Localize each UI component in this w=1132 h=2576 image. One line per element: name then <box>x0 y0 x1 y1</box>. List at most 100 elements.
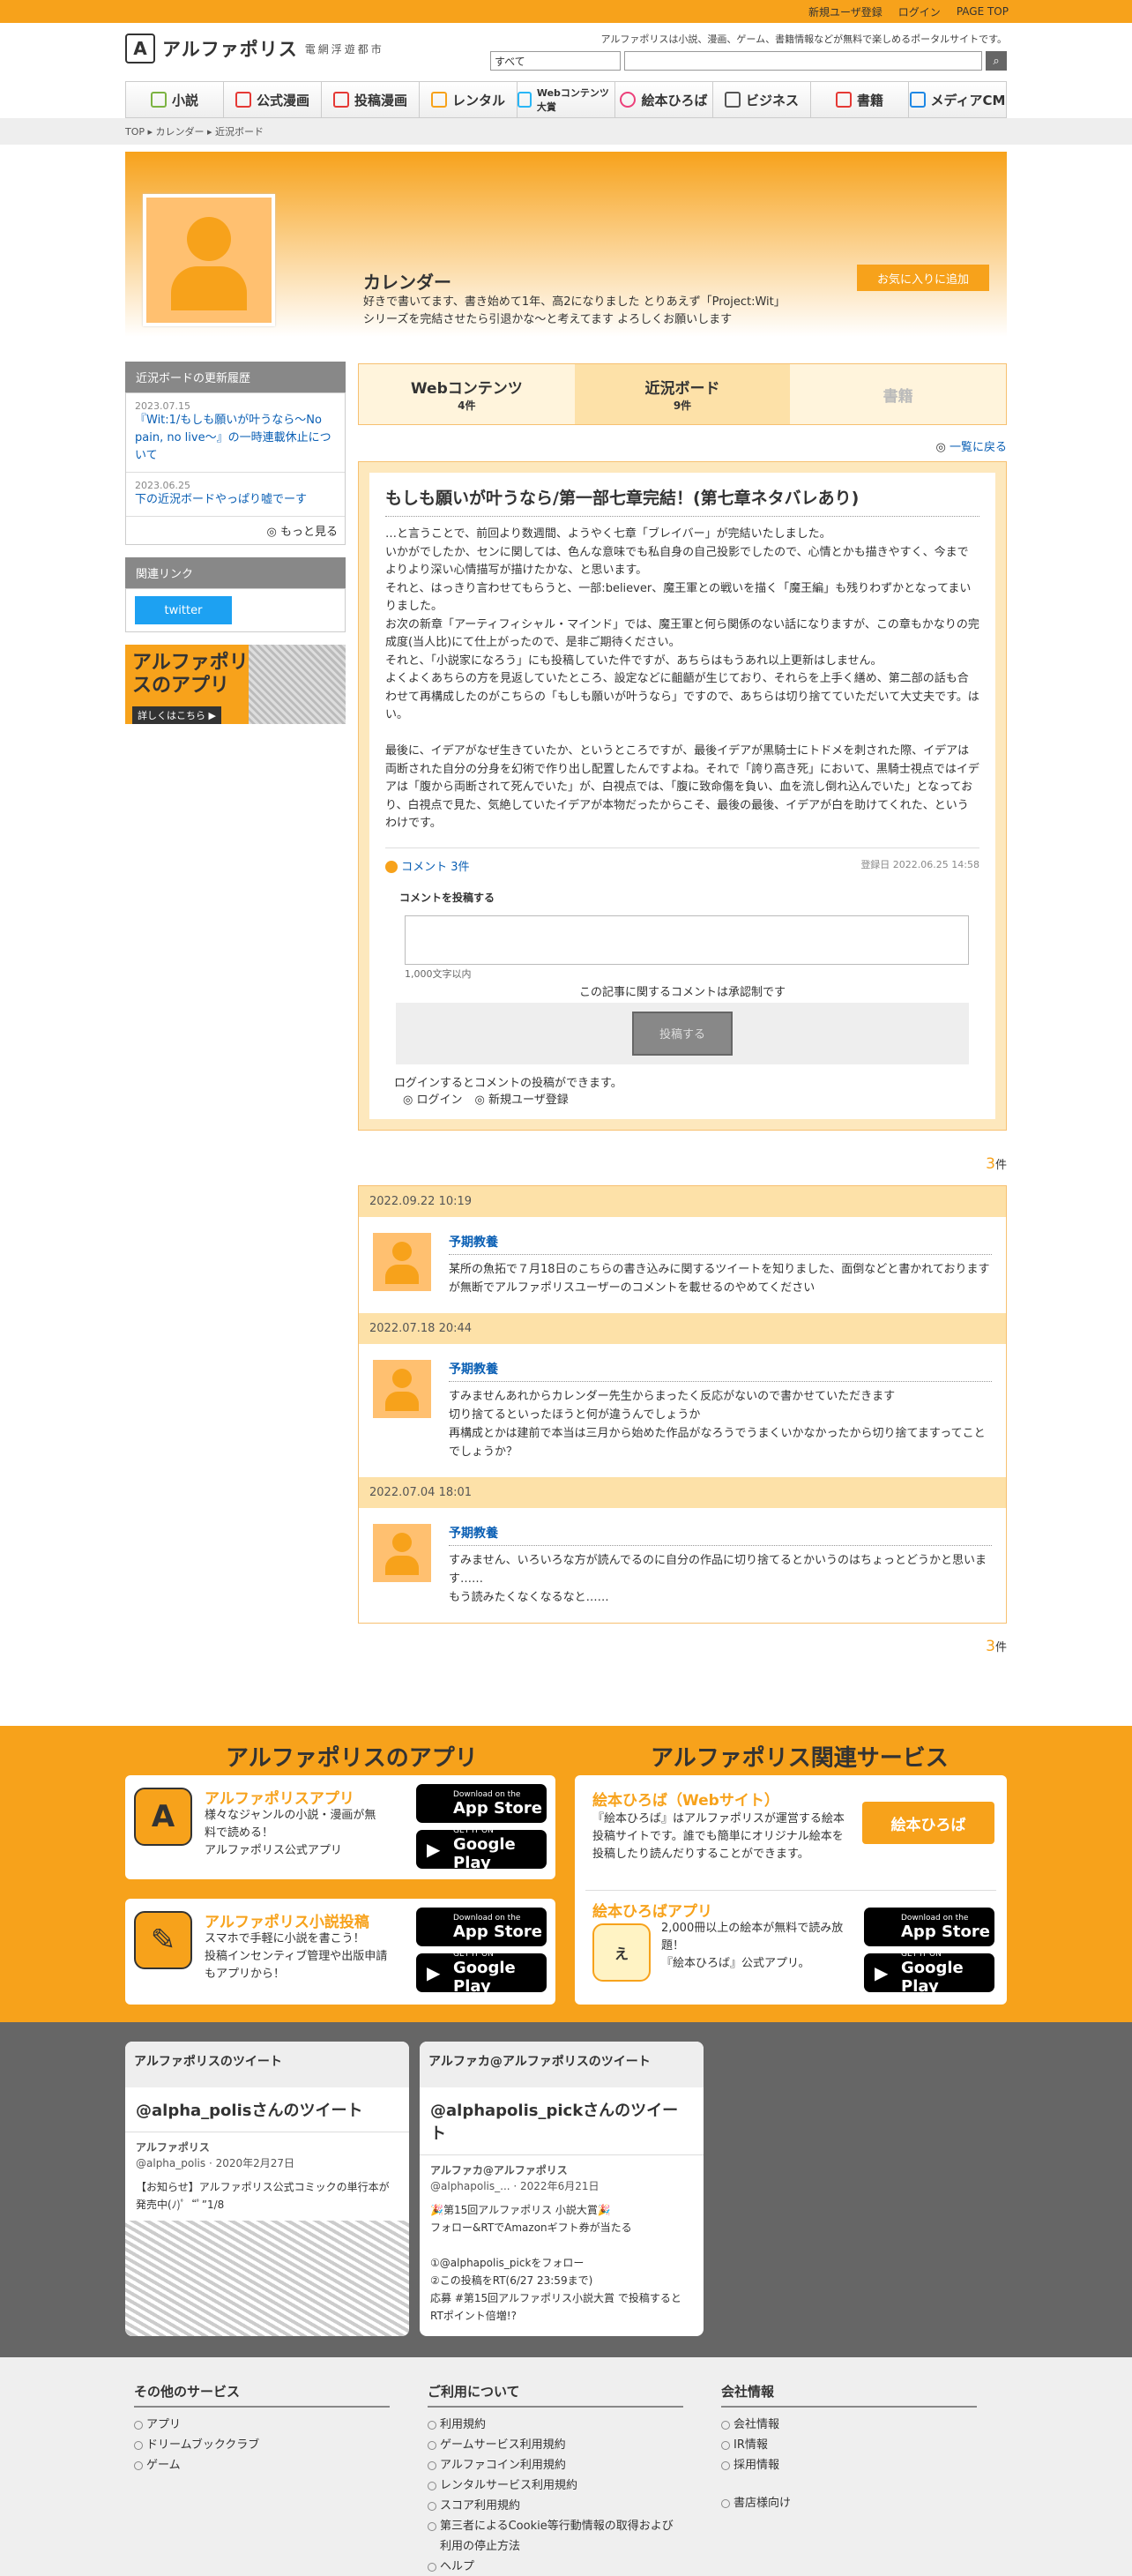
tab-board[interactable]: 近況ボード 9件 <box>574 364 791 424</box>
history-link[interactable]: 『Wit:1/もしも願いが叶うなら〜No pain, no live〜』の一時連… <box>135 414 331 462</box>
site-logo[interactable]: A アルファポリス 電網浮遊都市 <box>125 34 384 63</box>
list-item: 予期教養某所の魚拓で７月18日のこちらの書き込みに関するツイートを知りました、面… <box>359 1216 1006 1313</box>
comment-date: 2022.07.04 18:01 <box>359 1476 1006 1508</box>
comment-text: 某所の魚拓で７月18日のこちらの書き込みに関するツイートを知りました、面倒などと… <box>449 1262 990 1295</box>
apps-section: アルファポリスのアプリ アルファポリス関連サービス A アルファポリスアプリ 様… <box>0 1726 1132 2022</box>
rental-icon <box>430 92 447 108</box>
header: A アルファポリス 電網浮遊都市 アルファポリスは小説、漫画、ゲーム、書籍情報な… <box>125 23 1007 76</box>
footer-col-services: その他のサービス アプリ ドリームブッククラブ ゲーム <box>134 2382 390 2475</box>
comment-icon <box>385 861 398 873</box>
nav-posted-manga[interactable]: 投稿漫画 <box>322 82 420 117</box>
list-item: 予期教養すみませんあれからカレンダー先生からまったく反応がないので書かせていただ… <box>359 1343 1006 1477</box>
app-banner[interactable]: アルファポリスのアプリ 詳しくはこちら ▶ <box>125 645 346 724</box>
comment-textarea[interactable] <box>405 915 969 965</box>
nav-novel[interactable]: 小説 <box>126 82 224 117</box>
book-icon <box>835 92 852 108</box>
article-date: 登録日 2022.06.25 14:58 <box>860 858 979 870</box>
google-play-button[interactable]: ▶ GET IT ON Google Play <box>416 1826 547 1872</box>
add-favorite-button[interactable]: お気に入りに追加 <box>857 265 989 291</box>
tweet-account[interactable]: @alpha_polisさんのツイート <box>125 2087 409 2132</box>
tweet-image[interactable] <box>125 2221 409 2336</box>
post-comment-button[interactable]: 投稿する <box>632 1011 733 1056</box>
article: もしも願いが叶うなら/第一部七章完結！(第七章ネタバレあり) …と言うことで、前… <box>358 461 1007 1131</box>
list-item: 2023.06.25 下の近況ボードやっぱり嘘でーす <box>126 473 345 517</box>
ehon-button[interactable]: 絵本ひろば <box>862 1802 994 1844</box>
search-icon[interactable]: ⌕ <box>986 51 1007 71</box>
novel-icon <box>150 92 167 108</box>
commenter-name[interactable]: 予期教養 <box>449 1524 992 1546</box>
service-card: 絵本ひろば（Webサイト） 『絵本ひろば』はアルファポリスが運営する絵本投稿サイ… <box>575 1775 1007 2005</box>
login-link[interactable]: ログイン <box>898 4 941 19</box>
app-card: A アルファポリスアプリ 様々なジャンルの小説・漫画が無料で読める！ アルファポ… <box>125 1775 555 1879</box>
tab-books: 書籍 <box>790 364 1007 424</box>
breadcrumb-bar: TOP ▸ カレンダー ▸ 近況ボード <box>0 118 1132 145</box>
manga-icon <box>235 92 251 108</box>
nav-rental[interactable]: レンタル <box>420 82 518 117</box>
nav-books[interactable]: 書籍 <box>811 82 909 117</box>
approval-note: この記事に関するコメントは承認制です <box>578 985 786 999</box>
business-icon <box>724 92 741 108</box>
google-play-button[interactable]: ▶ GET IT ON Google Play <box>416 1950 547 1996</box>
tweets-section: アルファポリスのツイート @alpha_polisさんのツイート アルファポリス… <box>0 2022 1132 2357</box>
app-banner-image <box>249 645 346 724</box>
profile-description: 好きで書いてます、書き始めて1年、高2になりました とりあえず「Project:… <box>363 295 786 326</box>
play-icon: ▶ <box>427 1839 441 1860</box>
main-nav: 小説 公式漫画 投稿漫画 レンタル Webコンテンツ大賞 絵本ひろば ビジネス … <box>125 81 1007 118</box>
alphapolis-app-icon: A <box>134 1788 192 1846</box>
logo-text: アルファポリス <box>162 39 298 60</box>
app-store-button[interactable]: Download on the App Store <box>416 1784 547 1823</box>
app-card: ✎ アルファポリス小説投稿 スマホで手軽に小説を書こう！ 投稿インセンティブ管理… <box>125 1899 555 2005</box>
comment-date: 2022.09.22 10:19 <box>359 1185 1006 1217</box>
register-link-2[interactable]: ◎ 新規ユーザ登録 <box>475 1090 569 1107</box>
search-category-select[interactable]: すべて <box>490 51 621 71</box>
app-store-button[interactable]: Download on the App Store <box>416 1908 547 1946</box>
article-meta: コメント 3件 登録日 2022.06.25 14:58 <box>385 847 979 874</box>
avatar <box>373 1359 431 1418</box>
posted-manga-icon <box>332 92 349 108</box>
related-links-heading: 関連リンク <box>125 557 346 588</box>
apps-heading: アルファポリスのアプリ <box>226 1745 478 1772</box>
play-icon: ▶ <box>875 1962 889 1983</box>
twitter-button[interactable]: twitter <box>135 596 232 624</box>
nav-media[interactable]: メディアCM <box>909 82 1006 117</box>
tweet-box-header: アルファポリスのツイート <box>125 2042 409 2087</box>
comment-form-heading: コメントを投稿する <box>399 891 495 904</box>
media-icon <box>909 92 926 108</box>
nav-ehon[interactable]: 絵本ひろば <box>615 82 713 117</box>
page-top-link[interactable]: PAGE TOP <box>957 5 1009 18</box>
sidebar: 近況ボードの更新履歴 2023.07.15 『Wit:1/もしも願いが叶うなら〜… <box>125 362 346 724</box>
commenter-name[interactable]: 予期教養 <box>449 1233 992 1255</box>
tweet-box-header: アルファカ@アルファポリスのツイート <box>420 2042 704 2087</box>
play-icon: ▶ <box>427 1962 441 1983</box>
history-link[interactable]: 下の近況ボードやっぱり嘘でーす <box>135 493 307 506</box>
breadcrumb[interactable]: TOP ▸ カレンダー ▸ 近況ボード <box>125 118 1007 138</box>
back-to-list-link[interactable]: ◎ 一覧に戻る <box>358 437 1008 454</box>
login-link-2[interactable]: ◎ ログイン <box>403 1090 463 1107</box>
profile-name: カレンダー <box>363 272 451 293</box>
tweet-text: 【お知らせ】アルファポリス公式コミックの単行本が発売中(ﾉ)ﾟ“ﾟ”1/8 <box>136 2181 390 2211</box>
search-input[interactable] <box>624 51 982 71</box>
ehon-icon <box>620 92 637 108</box>
main-content: Webコンテンツ 4件 近況ボード 9件 書籍 ◎ 一覧に戻る もしも願いが叶うなら… <box>358 363 1007 1655</box>
footer-col-terms: ご利用について 利用規約 ゲームサービス利用規約 アルファコイン利用規約 レンタ… <box>428 2382 683 2576</box>
comment-count-link[interactable]: コメント 3件 <box>385 857 470 874</box>
app-store-button[interactable]: Download on the App Store <box>864 1908 994 1946</box>
tweet-account[interactable]: @alphapolis_pickさんのツイート <box>420 2087 704 2155</box>
nav-business[interactable]: ビジネス <box>713 82 811 117</box>
nav-official-manga[interactable]: 公式漫画 <box>224 82 322 117</box>
ehon-app-icon: え <box>592 1923 651 1982</box>
footer: その他のサービス アプリ ドリームブッククラブ ゲーム ご利用について 利用規約… <box>0 2357 1132 2576</box>
more-link[interactable]: ◎ もっと見る <box>126 517 345 544</box>
services-heading: アルファポリス関連サービス <box>651 1745 949 1772</box>
list-item: 2023.07.15 『Wit:1/もしも願いが叶うなら〜No pain, no… <box>126 393 345 473</box>
nav-web-contents[interactable]: Webコンテンツ大賞 <box>518 82 615 117</box>
google-play-button[interactable]: ▶ GET IT ON Google Play <box>864 1950 994 1996</box>
register-link[interactable]: 新規ユーザ登録 <box>808 4 883 19</box>
tab-web-contents[interactable]: Webコンテンツ 4件 <box>359 364 575 424</box>
comment-date: 2022.07.18 20:44 <box>359 1312 1006 1344</box>
commenter-name[interactable]: 予期教養 <box>449 1360 992 1382</box>
history-list: 2023.07.15 『Wit:1/もしも願いが叶うなら〜No pain, no… <box>125 392 346 545</box>
tweet-box: アルファポリスのツイート @alpha_polisさんのツイート アルファポリス… <box>125 2042 409 2336</box>
logo-icon: A <box>125 34 155 63</box>
comment-text: すみませんあれからカレンダー先生からまったく反応がないので書かせていただきます … <box>449 1389 986 1459</box>
